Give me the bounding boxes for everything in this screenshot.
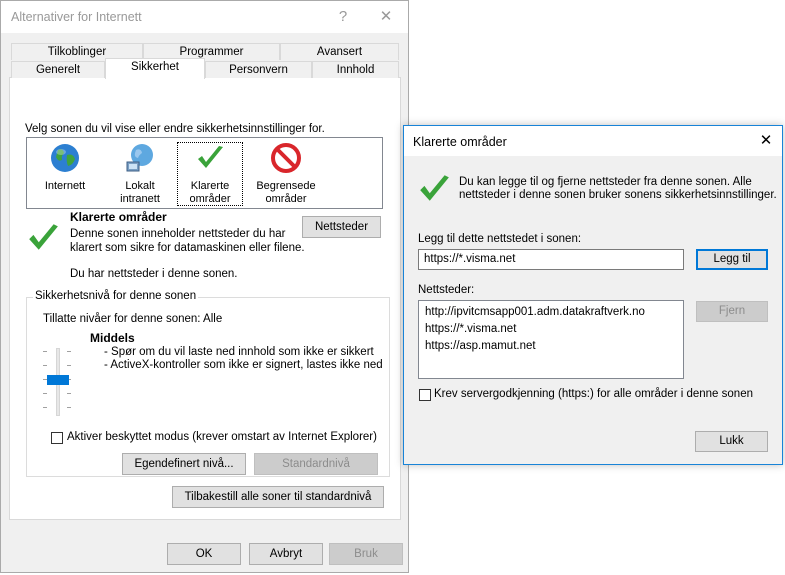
custom-level-button[interactable]: Egendefinert nivå... [122,453,246,475]
tab-row-bottom: Generelt Sikkerhet Personvern Innhold [9,58,401,79]
sites-list-label: Nettsteder: [418,284,475,296]
zone-list: Internett Lokalt intranett Klarerte område… [26,137,383,209]
zone-description-line1: Denne sonen inneholder nettsteder du har [70,228,286,240]
zone-restricted-sites[interactable]: Begrensede områder [253,142,319,206]
zone-heading: Klarerte områder [70,210,167,224]
zone-trusted-sites-label: Klarerte områder [189,180,231,205]
list-item[interactable]: https://*.visma.net [425,323,516,335]
title-bar: Alternativer for Internett ? ✕ [1,1,408,33]
require-https-checkbox[interactable] [419,389,431,401]
add-site-input-value: https://*.visma.net [424,253,516,265]
apply-button[interactable]: Bruk [329,543,403,565]
zone-checkmark-icon [29,224,58,250]
dialog-info-line1: Du kan legge til og fjerne nettsteder fr… [459,176,752,188]
tab-row-top: Tilkoblinger Programmer Avansert [9,43,401,61]
tab-avansert[interactable]: Avansert [280,43,399,60]
intranet-globe-icon [126,144,153,172]
dialog-info-line2: nettsteder i denne sonen bruker sonens s… [459,189,777,201]
zone-local-intranet-label: Lokalt intranett [120,180,160,205]
window-title: Alternativer for Internett [11,10,142,24]
trusted-sites-dialog: Klarerte områder ✕ Du kan legge til og f… [403,125,783,465]
level-bullet-2: - ActiveX-kontroller som ikke er signert… [104,359,383,371]
zone-restricted-sites-label: Begrensede områder [256,180,316,205]
dialog-title-bar: Klarerte områder ✕ [404,126,782,156]
zone-internet-label: Internett [44,180,86,192]
zone-local-intranet[interactable]: Lokalt intranett [107,142,173,206]
zone-description-line2: klarert som sikre for datamaskinen eller… [70,242,305,254]
add-button[interactable]: Legg til [696,249,768,270]
remove-button[interactable]: Fjern [696,301,768,322]
close-dialog-button[interactable]: Lukk [695,431,768,452]
require-https-label: Krev servergodkjenning (https:) for alle… [434,388,753,400]
tab-personvern[interactable]: Personvern [205,61,312,78]
allowed-levels-text: Tillatte nivåer for denne sonen: Alle [43,313,223,325]
reset-all-zones-button[interactable]: Tilbakestill alle soner til standardnivå [172,486,384,508]
tab-sikkerhet[interactable]: Sikkerhet [105,58,205,79]
dialog-close-button[interactable]: ✕ [751,129,781,153]
security-tab-panel: Velg sonen du vil vise eller endre sikke… [9,77,401,520]
default-level-button[interactable]: Standardnivå [254,453,378,475]
protected-mode-label: Aktiver beskyttet modus (krever omstart … [67,431,377,443]
level-bullet-1: - Spør om du vil laste ned innhold som i… [104,346,374,358]
list-item[interactable]: http://ipvitcmsapp001.adm.datakraftverk.… [425,306,645,318]
security-level-slider[interactable] [41,346,81,418]
zone-has-sites-text: Du har nettsteder i denne sonen. [70,268,238,280]
sites-list[interactable]: http://ipvitcmsapp001.adm.datakraftverk.… [418,300,684,379]
globe-icon [51,144,79,172]
zone-trusted-sites[interactable]: Klarerte områder [177,142,243,206]
zone-prompt: Velg sonen du vil vise eller endre sikke… [25,123,325,135]
ok-button[interactable]: OK [167,543,241,565]
security-level-group: Sikkerhetsnivå for denne sonen Tillatte … [26,290,390,477]
trusted-checkmark-icon [420,175,449,201]
add-site-input[interactable]: https://*.visma.net [418,249,684,270]
zone-internet[interactable]: Internett [32,142,98,193]
add-site-label: Legg til dette nettstedet i sonen: [418,233,582,245]
checkmark-icon [198,146,223,168]
protected-mode-checkbox[interactable] [51,432,63,444]
close-button[interactable]: ✕ [371,5,401,29]
slider-thumb[interactable] [47,375,69,385]
security-level-group-label: Sikkerhetsnivå for denne sonen [33,290,199,302]
dialog-title: Klarerte områder [413,135,507,149]
help-button[interactable]: ? [328,5,358,29]
level-name: Middels [90,331,135,345]
sites-button[interactable]: Nettsteder [302,216,381,238]
restricted-icon [271,143,301,173]
list-item[interactable]: https://asp.mamut.net [425,340,536,352]
tab-generelt[interactable]: Generelt [11,61,105,78]
cancel-button[interactable]: Avbryt [249,543,323,565]
internet-options-window: Alternativer for Internett ? ✕ Tilkoblin… [0,0,409,573]
tab-innhold[interactable]: Innhold [312,61,399,78]
